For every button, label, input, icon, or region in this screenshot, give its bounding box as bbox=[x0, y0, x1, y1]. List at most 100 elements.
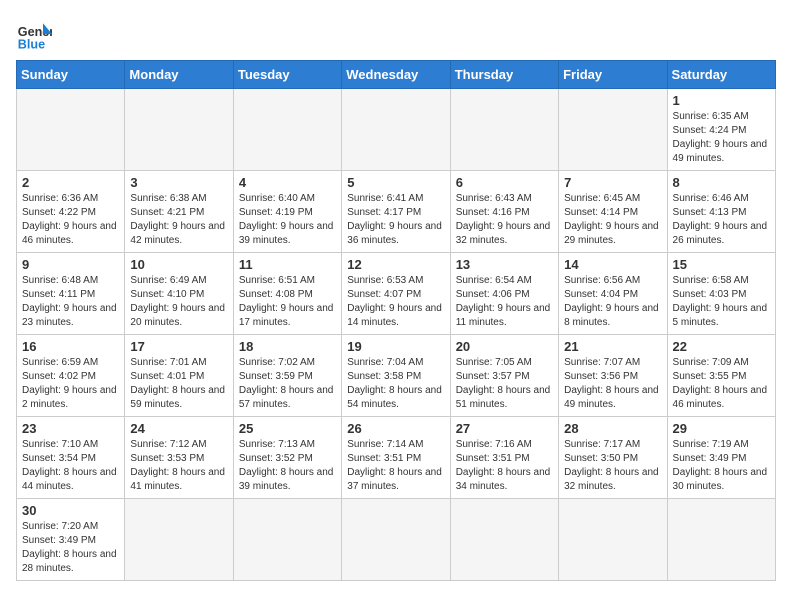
day-info: Sunrise: 7:17 AM Sunset: 3:50 PM Dayligh… bbox=[564, 438, 661, 494]
day-number: 9 bbox=[22, 257, 119, 272]
weekday-header-row: SundayMondayTuesdayWednesdayThursdayFrid… bbox=[17, 61, 776, 89]
calendar-day-cell: 19Sunrise: 7:04 AM Sunset: 3:58 PM Dayli… bbox=[342, 335, 450, 417]
calendar-day-cell: 17 Sunrise: 7:01 AM Sunset: 4:01 PM Dayli… bbox=[125, 335, 233, 417]
calendar-day-cell bbox=[233, 89, 341, 171]
day-number: 6 bbox=[456, 175, 553, 190]
calendar-day-cell: 8 Sunrise: 6:46 AM Sunset: 4:13 PM Daylig… bbox=[667, 171, 775, 253]
calendar-day-cell: 12 Sunrise: 6:53 AM Sunset: 4:07 PM Dayli… bbox=[342, 253, 450, 335]
calendar-day-cell: 25 Sunrise: 7:13 AM Sunset: 3:52 PM Dayli… bbox=[233, 417, 341, 499]
calendar-day-cell bbox=[559, 499, 667, 581]
day-info: Sunrise: 6:40 AM Sunset: 4:19 PM Dayligh… bbox=[239, 192, 336, 248]
day-number: 16 bbox=[22, 339, 119, 354]
weekday-header-saturday: Saturday bbox=[667, 61, 775, 89]
calendar-day-cell: 2Sunrise: 6:36 AM Sunset: 4:22 PM Daylig… bbox=[17, 171, 125, 253]
calendar-day-cell: 10Sunrise: 6:49 AM Sunset: 4:10 PM Dayli… bbox=[125, 253, 233, 335]
calendar-day-cell: 13 Sunrise: 6:54 AM Sunset: 4:06 PM Dayli… bbox=[450, 253, 558, 335]
calendar-day-cell: 3 Sunrise: 6:38 AM Sunset: 4:21 PM Daylig… bbox=[125, 171, 233, 253]
day-info: Sunrise: 6:54 AM Sunset: 4:06 PM Dayligh… bbox=[456, 274, 553, 330]
calendar-day-cell: 7 Sunrise: 6:45 AM Sunset: 4:14 PM Daylig… bbox=[559, 171, 667, 253]
calendar-day-cell bbox=[559, 89, 667, 171]
svg-text:Blue: Blue bbox=[18, 37, 45, 51]
calendar-day-cell: 5 Sunrise: 6:41 AM Sunset: 4:17 PM Daylig… bbox=[342, 171, 450, 253]
day-info: Sunrise: 7:20 AM Sunset: 3:49 PM Dayligh… bbox=[22, 520, 119, 576]
calendar-week-6: 30 Sunrise: 7:20 AM Sunset: 3:49 PM Dayli… bbox=[17, 499, 776, 581]
day-info: Sunrise: 6:48 AM Sunset: 4:11 PM Dayligh… bbox=[22, 274, 119, 330]
calendar-table: SundayMondayTuesdayWednesdayThursdayFrid… bbox=[16, 60, 776, 581]
calendar-day-cell: 30 Sunrise: 7:20 AM Sunset: 3:49 PM Dayli… bbox=[17, 499, 125, 581]
day-info: Sunrise: 7:05 AM Sunset: 3:57 PM Dayligh… bbox=[456, 356, 553, 412]
calendar-day-cell: 21Sunrise: 7:07 AM Sunset: 3:56 PM Dayli… bbox=[559, 335, 667, 417]
calendar-day-cell: 11Sunrise: 6:51 AM Sunset: 4:08 PM Dayli… bbox=[233, 253, 341, 335]
day-number: 29 bbox=[673, 421, 770, 436]
day-info: Sunrise: 7:01 AM Sunset: 4:01 PM Dayligh… bbox=[130, 356, 227, 412]
calendar-day-cell: 29 Sunrise: 7:19 AM Sunset: 3:49 PM Dayli… bbox=[667, 417, 775, 499]
calendar-day-cell bbox=[450, 89, 558, 171]
day-info: Sunrise: 6:35 AM Sunset: 4:24 PM Dayligh… bbox=[673, 110, 770, 166]
weekday-header-monday: Monday bbox=[125, 61, 233, 89]
day-number: 3 bbox=[130, 175, 227, 190]
calendar-day-cell: 4 Sunrise: 6:40 AM Sunset: 4:19 PM Daylig… bbox=[233, 171, 341, 253]
day-info: Sunrise: 7:07 AM Sunset: 3:56 PM Dayligh… bbox=[564, 356, 661, 412]
day-number: 22 bbox=[673, 339, 770, 354]
day-number: 30 bbox=[22, 503, 119, 518]
day-number: 17 bbox=[130, 339, 227, 354]
day-number: 23 bbox=[22, 421, 119, 436]
page-header: General Blue bbox=[16, 16, 776, 52]
day-info: Sunrise: 7:10 AM Sunset: 3:54 PM Dayligh… bbox=[22, 438, 119, 494]
calendar-week-1: 1 Sunrise: 6:35 AM Sunset: 4:24 PM Daylig… bbox=[17, 89, 776, 171]
weekday-header-wednesday: Wednesday bbox=[342, 61, 450, 89]
day-info: Sunrise: 6:43 AM Sunset: 4:16 PM Dayligh… bbox=[456, 192, 553, 248]
calendar-day-cell bbox=[342, 499, 450, 581]
day-number: 7 bbox=[564, 175, 661, 190]
day-info: Sunrise: 6:58 AM Sunset: 4:03 PM Dayligh… bbox=[673, 274, 770, 330]
day-info: Sunrise: 7:16 AM Sunset: 3:51 PM Dayligh… bbox=[456, 438, 553, 494]
day-number: 25 bbox=[239, 421, 336, 436]
day-info: Sunrise: 6:45 AM Sunset: 4:14 PM Dayligh… bbox=[564, 192, 661, 248]
calendar-day-cell: 9 Sunrise: 6:48 AM Sunset: 4:11 PM Daylig… bbox=[17, 253, 125, 335]
calendar-day-cell: 20 Sunrise: 7:05 AM Sunset: 3:57 PM Dayli… bbox=[450, 335, 558, 417]
day-info: Sunrise: 7:02 AM Sunset: 3:59 PM Dayligh… bbox=[239, 356, 336, 412]
day-number: 8 bbox=[673, 175, 770, 190]
day-number: 20 bbox=[456, 339, 553, 354]
logo: General Blue bbox=[16, 16, 52, 52]
day-number: 18 bbox=[239, 339, 336, 354]
calendar-week-4: 16 Sunrise: 6:59 AM Sunset: 4:02 PM Dayli… bbox=[17, 335, 776, 417]
calendar-day-cell: 6 Sunrise: 6:43 AM Sunset: 4:16 PM Daylig… bbox=[450, 171, 558, 253]
calendar-day-cell: 1 Sunrise: 6:35 AM Sunset: 4:24 PM Daylig… bbox=[667, 89, 775, 171]
weekday-header-friday: Friday bbox=[559, 61, 667, 89]
day-info: Sunrise: 6:41 AM Sunset: 4:17 PM Dayligh… bbox=[347, 192, 444, 248]
calendar-day-cell bbox=[450, 499, 558, 581]
day-number: 13 bbox=[456, 257, 553, 272]
weekday-header-thursday: Thursday bbox=[450, 61, 558, 89]
calendar-day-cell: 14Sunrise: 6:56 AM Sunset: 4:04 PM Dayli… bbox=[559, 253, 667, 335]
day-number: 5 bbox=[347, 175, 444, 190]
calendar-day-cell bbox=[342, 89, 450, 171]
day-number: 4 bbox=[239, 175, 336, 190]
day-info: Sunrise: 6:36 AM Sunset: 4:22 PM Dayligh… bbox=[22, 192, 119, 248]
calendar-day-cell: 24Sunrise: 7:12 AM Sunset: 3:53 PM Dayli… bbox=[125, 417, 233, 499]
day-info: Sunrise: 7:12 AM Sunset: 3:53 PM Dayligh… bbox=[130, 438, 227, 494]
calendar-day-cell: 28Sunrise: 7:17 AM Sunset: 3:50 PM Dayli… bbox=[559, 417, 667, 499]
day-info: Sunrise: 6:59 AM Sunset: 4:02 PM Dayligh… bbox=[22, 356, 119, 412]
calendar-day-cell bbox=[233, 499, 341, 581]
day-info: Sunrise: 6:46 AM Sunset: 4:13 PM Dayligh… bbox=[673, 192, 770, 248]
calendar-day-cell: 22 Sunrise: 7:09 AM Sunset: 3:55 PM Dayli… bbox=[667, 335, 775, 417]
calendar-week-3: 9 Sunrise: 6:48 AM Sunset: 4:11 PM Daylig… bbox=[17, 253, 776, 335]
weekday-header-tuesday: Tuesday bbox=[233, 61, 341, 89]
calendar-day-cell: 18 Sunrise: 7:02 AM Sunset: 3:59 PM Dayli… bbox=[233, 335, 341, 417]
day-info: Sunrise: 7:19 AM Sunset: 3:49 PM Dayligh… bbox=[673, 438, 770, 494]
calendar-day-cell: 23 Sunrise: 7:10 AM Sunset: 3:54 PM Dayli… bbox=[17, 417, 125, 499]
day-info: Sunrise: 6:38 AM Sunset: 4:21 PM Dayligh… bbox=[130, 192, 227, 248]
day-info: Sunrise: 6:53 AM Sunset: 4:07 PM Dayligh… bbox=[347, 274, 444, 330]
day-number: 1 bbox=[673, 93, 770, 108]
weekday-header-sunday: Sunday bbox=[17, 61, 125, 89]
calendar-day-cell: 27Sunrise: 7:16 AM Sunset: 3:51 PM Dayli… bbox=[450, 417, 558, 499]
day-info: Sunrise: 6:49 AM Sunset: 4:10 PM Dayligh… bbox=[130, 274, 227, 330]
day-number: 12 bbox=[347, 257, 444, 272]
day-info: Sunrise: 7:13 AM Sunset: 3:52 PM Dayligh… bbox=[239, 438, 336, 494]
day-info: Sunrise: 7:09 AM Sunset: 3:55 PM Dayligh… bbox=[673, 356, 770, 412]
day-number: 14 bbox=[564, 257, 661, 272]
day-info: Sunrise: 7:14 AM Sunset: 3:51 PM Dayligh… bbox=[347, 438, 444, 494]
day-info: Sunrise: 7:04 AM Sunset: 3:58 PM Dayligh… bbox=[347, 356, 444, 412]
day-number: 26 bbox=[347, 421, 444, 436]
